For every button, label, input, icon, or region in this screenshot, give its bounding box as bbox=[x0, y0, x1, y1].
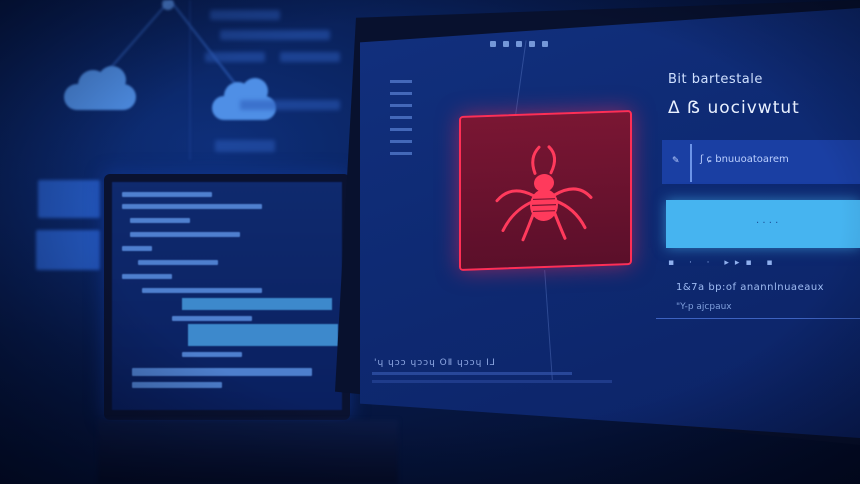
media-controls[interactable]: ▪ · · ▸▸▪ ▪ bbox=[668, 258, 779, 268]
threat-alert-card[interactable] bbox=[459, 109, 632, 272]
footer-progress-line bbox=[372, 380, 612, 383]
background-code-blocks bbox=[200, 0, 360, 190]
action-button-label: · · · · bbox=[756, 218, 779, 229]
status-subline: "Y-p ajcpaux bbox=[676, 302, 732, 312]
panel-title: Bit bartestale bbox=[668, 72, 763, 87]
footer-progress-line bbox=[372, 372, 572, 375]
panel-separator bbox=[656, 318, 860, 319]
footer-status-text: 'ɥ ɥɔɔ ɥɔɔɥ OⅡ ɥɔɔɥ I⅃ bbox=[374, 358, 496, 368]
spider-icon bbox=[495, 145, 593, 242]
background-network-diagram bbox=[0, 0, 360, 200]
action-button[interactable]: · · · · bbox=[666, 200, 860, 248]
search-bar-text: ʃ ɕ bnuuoatoarem bbox=[700, 154, 789, 165]
status-line: 1&7a bp:of anannlnuaeaux bbox=[676, 282, 825, 293]
sidebar-menu-lines bbox=[390, 80, 412, 164]
laptop-code-screen bbox=[112, 182, 342, 410]
cloud-icon bbox=[64, 66, 136, 112]
top-toolbar-icons bbox=[490, 32, 555, 51]
laptop bbox=[104, 174, 350, 420]
search-bar-divider bbox=[690, 144, 692, 182]
scene: Bit bartestale Δ ẞ uocivwtut ✎ ʃ ɕ bnuuo… bbox=[0, 0, 860, 484]
laptop-keyboard bbox=[98, 420, 398, 484]
panel-heading: Δ ẞ uocivwtut bbox=[668, 98, 800, 118]
edit-icon: ✎ bbox=[672, 156, 680, 166]
